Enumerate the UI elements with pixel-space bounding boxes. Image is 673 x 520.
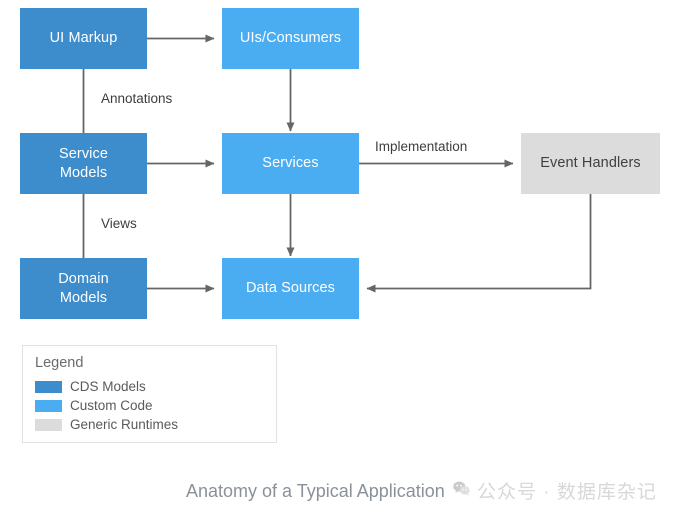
legend-item-generic-runtimes: Generic Runtimes: [35, 415, 276, 434]
node-uis-consumers[interactable]: UIs/Consumers: [222, 8, 359, 69]
node-ui-markup[interactable]: UI Markup: [20, 8, 147, 69]
legend-label-cds-models: CDS Models: [70, 379, 146, 394]
legend-label-generic-runtimes: Generic Runtimes: [70, 417, 179, 432]
node-event-handlers[interactable]: Event Handlers: [521, 133, 660, 194]
edge-label-implementation: Implementation: [375, 139, 468, 154]
diagram-caption: Anatomy of a Typical Application: [186, 481, 445, 501]
node-domain-models[interactable]: Domain Models: [20, 258, 147, 319]
watermark-text: 公众号 · 数据库杂记: [477, 482, 657, 503]
legend-title: Legend: [35, 355, 84, 371]
legend-swatch-cds-models: [35, 380, 62, 393]
legend-swatch-custom-code: [35, 399, 62, 412]
watermark: 公众号 · 数据库杂记: [452, 477, 657, 504]
node-data-sources[interactable]: Data Sources: [222, 258, 359, 319]
legend-item-cds-models: CDS Models: [35, 377, 276, 396]
node-services[interactable]: Services: [222, 133, 359, 194]
wechat-icon: [453, 481, 470, 496]
legend-swatch-generic-runtimes: [35, 418, 62, 431]
edge-label-annotations: Annotations: [101, 91, 173, 106]
legend-label-custom-code: Custom Code: [70, 398, 153, 413]
edge-label-views: Views: [101, 216, 137, 231]
legend: Legend CDS Models Custom Code Generic Ru…: [22, 345, 277, 443]
diagram-canvas: UI Markup UIs/Consumers Service Models S…: [0, 0, 673, 520]
node-service-models[interactable]: Service Models: [20, 133, 147, 194]
legend-item-custom-code: Custom Code: [35, 396, 276, 415]
connector-event-handlers-to-data-sources: [366, 194, 592, 293]
